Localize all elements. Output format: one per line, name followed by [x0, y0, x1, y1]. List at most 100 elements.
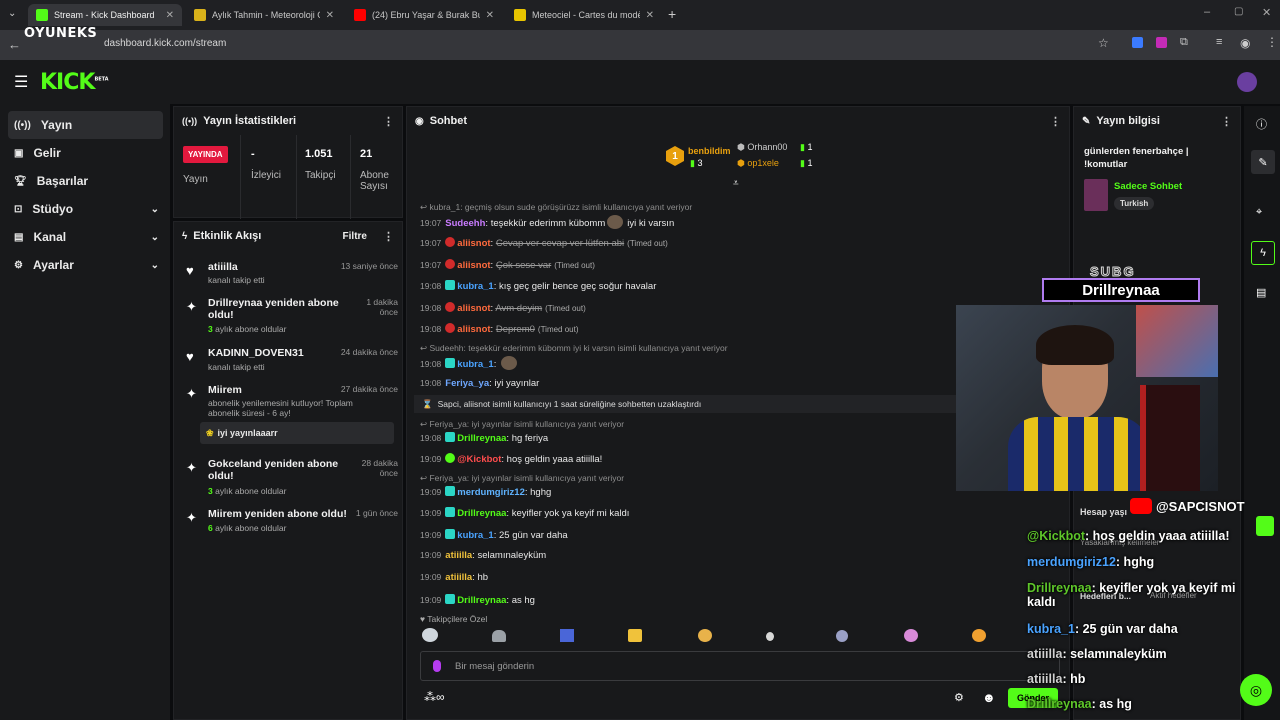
kick-logo[interactable]: KICKBETA	[40, 70, 109, 95]
extension-icon[interactable]	[1132, 37, 1143, 48]
tab-kick-dashboard[interactable]: Stream - Kick Dashboard ✕	[28, 4, 182, 26]
message-username[interactable]: Drillreynaa	[457, 433, 506, 444]
chat-input-box[interactable]: Bir mesaj gönderin	[420, 651, 1060, 681]
account-health-item[interactable]: Hesap yaşı	[1080, 507, 1127, 517]
message-username[interactable]: @Kickbot	[457, 454, 501, 465]
chat-message[interactable]: 19:09 atiiilla: selamınaleyküm	[420, 550, 546, 561]
chat-message[interactable]: 19:08 aliisnot: Deprem0 (Timed out)	[420, 323, 579, 335]
points-icon[interactable]: ⁂∞	[424, 690, 445, 704]
message-username[interactable]: atiiilla	[445, 572, 472, 583]
tab-meteociel[interactable]: Meteociel - Cartes du modèle ✕	[506, 4, 662, 26]
hamburger-menu-icon[interactable]: ☰	[14, 72, 28, 92]
trophy-icon: 🏆︎	[14, 175, 27, 187]
chat-message[interactable]: 19:09 kubra_1: 25 gün var daha	[420, 529, 568, 541]
sidebar-item-gelir[interactable]: ▣ Gelir	[8, 139, 163, 167]
message-username[interactable]: kubra_1	[457, 359, 493, 370]
chat-message[interactable]: 19:07 aliisnot: Çok sese var (Timed out)	[420, 259, 595, 271]
message-time: 19:07	[420, 218, 442, 228]
ghost-emote-icon[interactable]	[422, 628, 438, 642]
chat-message[interactable]: 19:07 Sudeehh: teşekkür ederimm kübomm iyi…	[420, 215, 674, 229]
message-username[interactable]: kubra_1	[457, 530, 493, 541]
chat-message[interactable]: 19:08 Feriya_ya: iyi yayınlar	[420, 378, 539, 389]
sidebar-item-ayarlar[interactable]: ⚙ Ayarlar ⌄	[8, 251, 163, 279]
message-username[interactable]: Sudeehh	[445, 218, 485, 229]
chat-message[interactable]: 19:09 @Kickbot: hoş geldin yaaa atiiilla!	[420, 453, 602, 465]
info-icon[interactable]: ⓘ	[1256, 116, 1267, 132]
face-emote-icon[interactable]	[972, 629, 986, 642]
close-tab-icon[interactable]: ✕	[326, 10, 334, 21]
tab-youtube[interactable]: (24) Ebru Yaşar & Burak Bul ✕	[346, 4, 502, 26]
close-tab-icon[interactable]: ✕	[486, 10, 494, 21]
message-username[interactable]: merdumgiriz12	[457, 487, 525, 498]
collapse-leaderboard-icon[interactable]: ⩡	[733, 178, 739, 189]
chat-message[interactable]: 19:08 Drillreynaa: hg feriya	[420, 432, 548, 444]
close-tab-icon[interactable]: ✕	[646, 10, 654, 21]
gift-emote-icon[interactable]	[560, 629, 574, 642]
sidebar-item-kanal[interactable]: ▤ Kanal ⌄	[8, 223, 163, 251]
hat-emote-icon[interactable]	[492, 630, 506, 642]
message-username[interactable]: kubra_1	[457, 281, 493, 292]
puzzle-icon[interactable]: ⧉	[1180, 36, 1188, 49]
chat-message[interactable]: 19:09 Drillreynaa: as hg	[420, 594, 535, 606]
support-chat-button[interactable]: ◎	[1240, 674, 1272, 706]
document-icon[interactable]: ▤	[1256, 286, 1266, 299]
back-icon[interactable]: ←	[8, 37, 21, 52]
chat-message[interactable]: 19:09 Drillreynaa: keyifler yok ya keyif …	[420, 507, 629, 519]
tab-search-icon[interactable]: ⌄	[8, 8, 16, 19]
new-tab-icon[interactable]: +	[668, 6, 676, 22]
chat-message[interactable]: 19:08 kubra_1:	[420, 356, 517, 370]
chat-message[interactable]: 19:09 merdumgiriz12: hghg	[420, 486, 551, 498]
stream-title-text: günlerden fenerbahçe | !komutlar	[1084, 146, 1189, 170]
more-options-icon[interactable]: ⋮	[383, 115, 394, 128]
message-username[interactable]: Drillreynaa	[457, 508, 506, 519]
edit-icon[interactable]: ✎	[1251, 150, 1275, 174]
chat-message[interactable]: 19:08 aliisnot: Avm deyim (Timed out)	[420, 302, 586, 314]
menu-dots-icon[interactable]: ⋮	[1266, 35, 1278, 49]
bookmark-star-icon[interactable]: ☆	[1098, 36, 1109, 50]
extension-icon[interactable]	[1156, 37, 1167, 48]
chat-message[interactable]: 19:08 kubra_1: kış geç gelir bence geç so…	[420, 280, 656, 292]
cat-emote-icon[interactable]	[904, 629, 918, 642]
tab-meteoroloji[interactable]: Aylık Tahmin - Meteoroloji Genel ✕	[186, 4, 342, 26]
message-username[interactable]: aliisnot	[457, 303, 490, 314]
target-icon[interactable]: ⌖	[1256, 206, 1262, 219]
cheer-emote-icon[interactable]	[628, 629, 642, 642]
emote-icon	[501, 356, 517, 370]
quote-text: iyi yayınlaaarr	[217, 428, 278, 438]
sidebar-item-yayin[interactable]: ((•)) Yayın	[8, 111, 163, 139]
settings-icon[interactable]: ⚙	[954, 691, 964, 704]
message-username[interactable]: aliisnot	[457, 260, 490, 271]
chat-message[interactable]: 19:07 aliisnot: Cevap ver cevap ver lütfe…	[420, 237, 668, 249]
message-text: keyifler yok ya keyif mi kaldı	[511, 508, 630, 519]
profile-icon[interactable]: ◉	[1240, 36, 1250, 50]
more-options-icon[interactable]: ⋮	[383, 230, 394, 243]
message-username[interactable]: aliisnot	[457, 324, 490, 335]
close-window-icon[interactable]: ✕	[1262, 6, 1271, 19]
rocket-emote-icon[interactable]	[836, 630, 848, 642]
chat-message[interactable]: 19:09 atiiilla: hb	[420, 572, 488, 583]
user-avatar[interactable]	[1237, 72, 1257, 92]
category-name[interactable]: Sadece Sohbet	[1114, 181, 1182, 192]
close-tab-icon[interactable]: ✕	[166, 10, 174, 21]
filter-button[interactable]: Filtre	[343, 231, 367, 242]
dance-emote-icon[interactable]	[698, 629, 712, 642]
sidebar-item-basarilar[interactable]: 🏆︎ Başarılar	[8, 167, 163, 195]
message-username[interactable]: atiiilla	[445, 550, 472, 561]
lightning-icon[interactable]: ϟ	[1251, 241, 1275, 265]
url-text[interactable]: dashboard.kick.com/stream	[104, 38, 226, 49]
language-tag[interactable]: Turkish	[1114, 197, 1155, 210]
minimize-icon[interactable]: –	[1204, 6, 1210, 18]
message-username[interactable]: Drillreynaa	[457, 595, 506, 606]
media-icon[interactable]: ≡	[1216, 36, 1222, 48]
sidebar-item-studyo[interactable]: ⊡ Stüdyo ⌄	[8, 195, 163, 223]
emote-picker-icon[interactable]: ☻	[982, 690, 996, 705]
microphone-icon[interactable]	[433, 660, 441, 672]
more-options-icon[interactable]: ⋮	[1221, 115, 1232, 128]
message-username[interactable]: Feriya_ya	[445, 378, 489, 389]
timeout-note: (Timed out)	[537, 325, 579, 334]
maximize-icon[interactable]: ▢	[1234, 6, 1243, 17]
message-username[interactable]: aliisnot	[457, 238, 490, 249]
sidebar-item-label: Yayın	[40, 118, 73, 132]
small-emote-icon[interactable]	[766, 632, 774, 641]
more-options-icon[interactable]: ⋮	[1050, 115, 1061, 128]
